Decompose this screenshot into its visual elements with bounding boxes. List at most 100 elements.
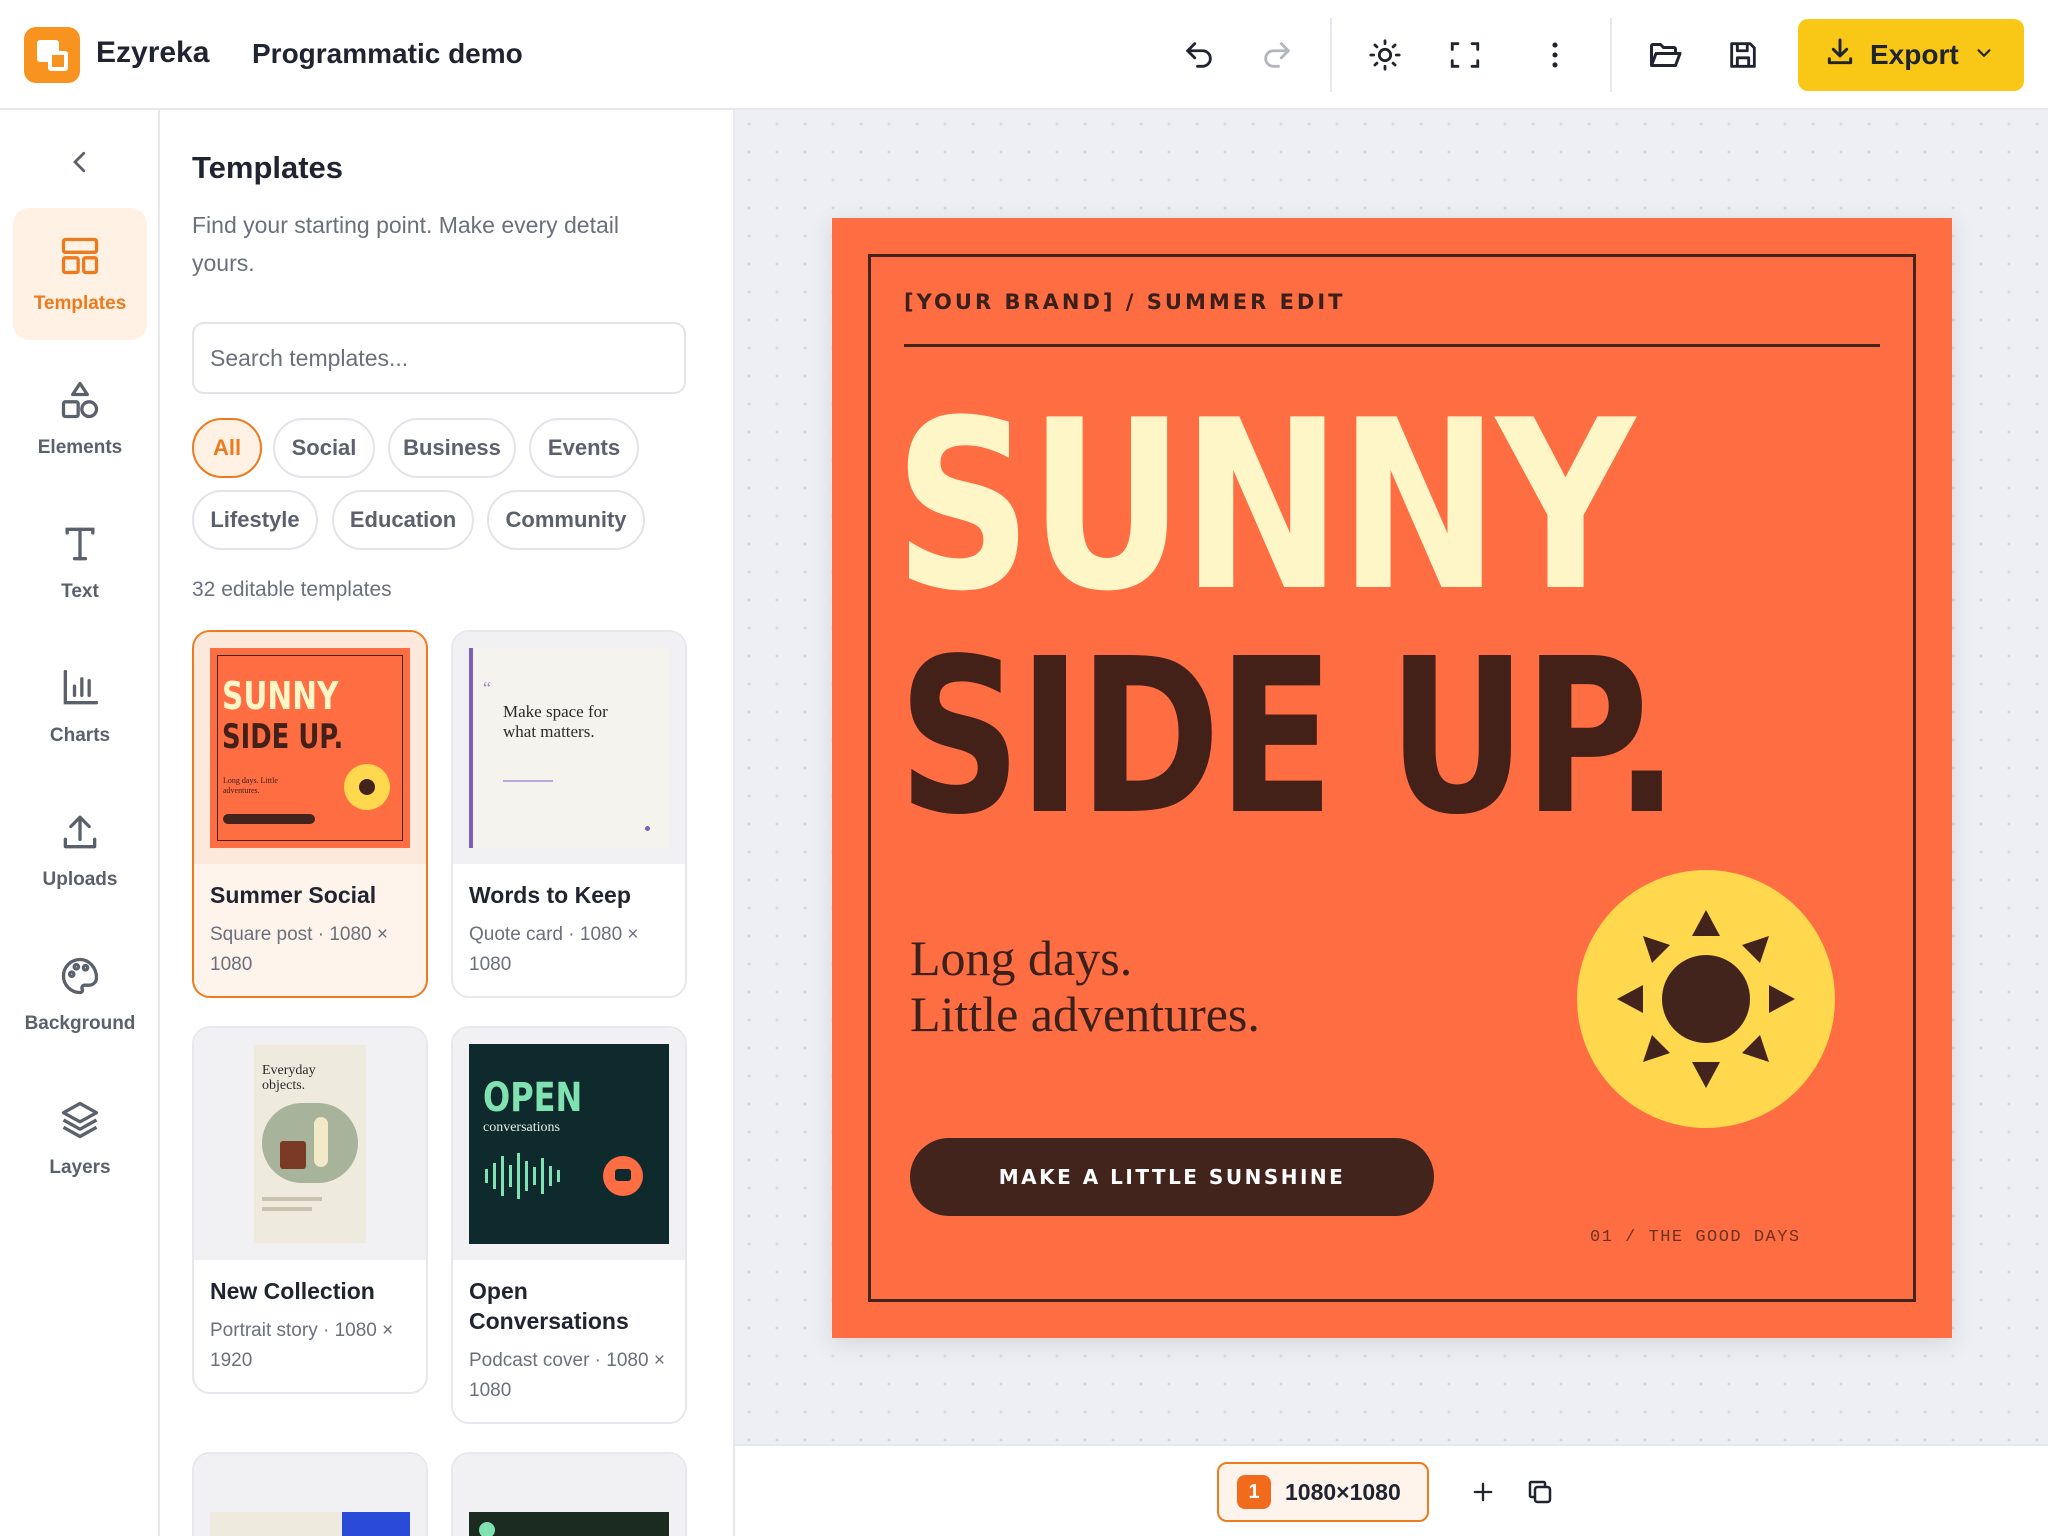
export-label: Export — [1870, 39, 1959, 70]
logo-icon — [24, 27, 80, 83]
artboard-subtitle[interactable]: Long days. Little adventures. — [910, 930, 1260, 1042]
duplicate-page-icon[interactable] — [1520, 1472, 1560, 1512]
rail-item-layers[interactable]: Layers — [13, 1072, 147, 1204]
thumb-collection-text: Everyday objects. — [262, 1063, 316, 1093]
bottom-bar: 1 1080×1080 — [735, 1444, 2048, 1536]
template-card-meta: Square post · 1080 × 1080 — [210, 924, 388, 975]
search-input[interactable] — [192, 322, 686, 394]
rail-item-uploads[interactable]: Uploads — [13, 784, 147, 916]
template-thumbnail: Everyday objects. — [194, 1028, 426, 1260]
template-card-open-conversations[interactable]: OPEN conversations Open Conversations Po… — [451, 1026, 687, 1424]
app-root: Ezyreka Programmatic demo Export Templat… — [0, 0, 2048, 1536]
template-card-meta: Portrait story · 1080 × 1920 — [210, 1320, 394, 1371]
toolbar-divider — [1330, 18, 1332, 92]
templates-icon — [58, 234, 102, 283]
toolbar-divider — [1610, 18, 1612, 92]
thumb-headline: SUNNY — [222, 674, 339, 718]
filter-chip-education[interactable]: Education — [332, 490, 474, 550]
templates-panel: Templates Find your starting point. Make… — [160, 110, 735, 1536]
rail-item-background[interactable]: Background — [13, 928, 147, 1060]
rail-item-label: Charts — [49, 724, 111, 746]
template-thumbnail — [194, 1454, 426, 1536]
add-page-icon[interactable] — [1463, 1472, 1503, 1512]
template-card-partial[interactable] — [451, 1452, 687, 1536]
thumb-tagline: Long days. Little adventures. — [223, 776, 278, 795]
text-icon — [58, 522, 102, 571]
artboard-headline-1[interactable]: SUNNY — [894, 390, 1635, 624]
template-card-title: New Collection — [210, 1278, 375, 1304]
bar-chart-icon — [58, 666, 102, 715]
template-card-title: Open Conversations — [469, 1278, 629, 1334]
filter-chip-events[interactable]: Events — [529, 418, 639, 478]
artboard-brand-line[interactable]: [YOUR BRAND] / SUMMER EDIT — [904, 290, 1345, 314]
artboard[interactable]: [YOUR BRAND] / SUMMER EDIT SUNNY SIDE UP… — [832, 218, 1952, 1338]
template-card-title: Summer Social — [210, 882, 377, 908]
panel-title: Templates — [192, 150, 344, 185]
artboard-headline-2[interactable]: SIDE UP. — [898, 631, 1679, 845]
undo-icon[interactable] — [1174, 30, 1224, 80]
page-number-badge: 1 — [1237, 1475, 1271, 1509]
sun-icon[interactable] — [1577, 870, 1835, 1128]
side-rail: Templates Elements Text Charts Uploads B… — [0, 110, 160, 1536]
brand-name: Ezyreka — [96, 36, 210, 69]
template-card-partial[interactable] — [192, 1452, 428, 1536]
chat-bubble-icon — [603, 1156, 643, 1196]
rail-item-text[interactable]: Text — [13, 496, 147, 628]
template-card-words-to-keep[interactable]: “ Make space for what matters. Words to … — [451, 630, 687, 998]
rail-item-label: Templates — [33, 292, 127, 314]
rail-item-charts[interactable]: Charts — [13, 640, 147, 772]
artboard-divider — [904, 344, 1880, 347]
rail-item-label: Text — [61, 580, 99, 602]
folder-open-icon[interactable] — [1640, 30, 1690, 80]
rail-item-elements[interactable]: Elements — [13, 352, 147, 484]
template-card-summer-social[interactable]: SUNNY SIDE UP. Long days. Little adventu… — [192, 630, 428, 998]
page-size-label: 1080×1080 — [1285, 1478, 1401, 1505]
layers-icon — [58, 1098, 102, 1147]
artboard-cta-button[interactable]: MAKE A LITTLE SUNSHINE — [910, 1138, 1434, 1216]
collapse-chevron-left-icon[interactable] — [58, 140, 102, 184]
template-count: 32 editable templates — [192, 578, 392, 601]
rail-item-label: Elements — [37, 436, 123, 458]
template-card-meta: Quote card · 1080 × 1080 — [469, 924, 639, 975]
save-icon[interactable] — [1718, 30, 1768, 80]
template-thumbnail: OPEN conversations — [453, 1028, 685, 1260]
artboard-subtitle-line-1: Long days. — [910, 930, 1133, 986]
template-card-meta: Podcast cover · 1080 × 1080 — [469, 1350, 665, 1401]
export-button[interactable]: Export — [1798, 19, 2024, 91]
panel-description: Find your starting point. Make every det… — [192, 212, 619, 276]
template-thumbnail — [453, 1454, 685, 1536]
download-icon — [1824, 36, 1856, 75]
artboard-subtitle-line-2: Little adventures. — [910, 986, 1260, 1042]
palette-icon — [58, 954, 102, 1003]
filter-chip-lifestyle[interactable]: Lifestyle — [192, 490, 318, 550]
template-thumbnail: SUNNY SIDE UP. Long days. Little adventu… — [194, 632, 426, 864]
fullscreen-icon[interactable] — [1440, 30, 1490, 80]
shapes-icon — [58, 378, 102, 427]
more-vertical-icon[interactable] — [1530, 30, 1580, 80]
chevron-down-icon — [1973, 39, 1995, 71]
rail-item-label: Uploads — [42, 868, 118, 890]
thumb-subheadline: SIDE UP. — [222, 717, 344, 757]
page-selector[interactable]: 1 1080×1080 — [1217, 1462, 1429, 1522]
thumb-quote-text: Make space for what matters. — [503, 702, 608, 741]
template-card-title: Words to Keep — [469, 882, 631, 908]
rail-item-templates[interactable]: Templates — [13, 208, 147, 340]
template-card-new-collection[interactable]: Everyday objects. New Collection Portrai… — [192, 1026, 428, 1394]
project-title[interactable]: Programmatic demo — [252, 38, 523, 70]
template-thumbnail: “ Make space for what matters. — [453, 632, 685, 864]
top-bar: Ezyreka Programmatic demo Export — [0, 0, 2048, 110]
redo-icon[interactable] — [1252, 30, 1302, 80]
artboard-footer[interactable]: 01 / THE GOOD DAYS — [1590, 1228, 1801, 1247]
rail-item-label: Layers — [49, 1156, 111, 1178]
filter-chip-community[interactable]: Community — [487, 490, 645, 550]
filter-chip-social[interactable]: Social — [273, 418, 375, 478]
thumb-podcast-title: OPEN — [483, 1075, 583, 1121]
sun-icon[interactable] — [1360, 30, 1410, 80]
sun-icon — [344, 764, 390, 810]
filter-chip-business[interactable]: Business — [388, 418, 516, 478]
rail-item-label: Background — [24, 1012, 136, 1034]
filter-chip-all[interactable]: All — [192, 418, 262, 478]
thumb-podcast-sub: conversations — [483, 1120, 560, 1135]
waveform-icon — [485, 1152, 560, 1200]
upload-icon — [58, 810, 102, 859]
